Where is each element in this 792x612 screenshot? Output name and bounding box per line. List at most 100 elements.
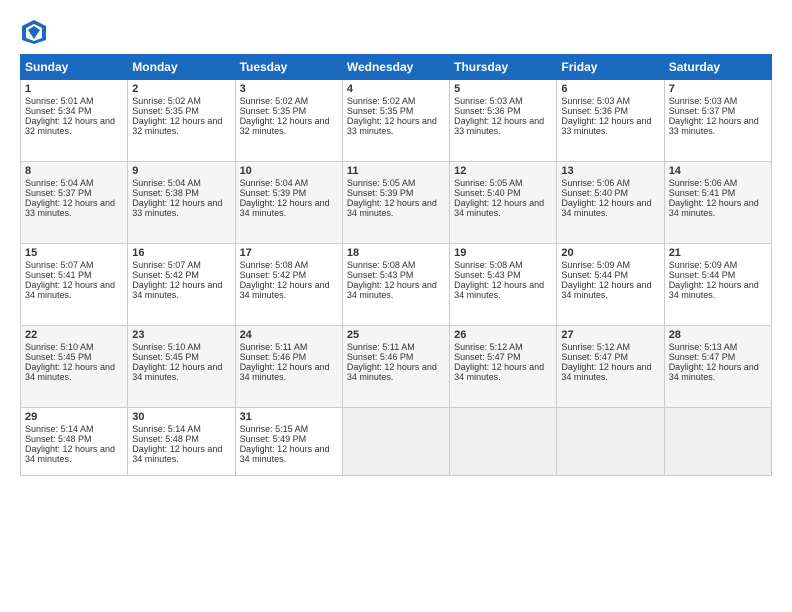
daylight: Daylight: 12 hours and 33 minutes. bbox=[347, 116, 437, 136]
sunset: Sunset: 5:38 PM bbox=[132, 188, 199, 198]
calendar-page: SundayMondayTuesdayWednesdayThursdayFrid… bbox=[0, 0, 792, 612]
sunrise: Sunrise: 5:10 AM bbox=[25, 342, 94, 352]
daylight: Daylight: 12 hours and 33 minutes. bbox=[25, 198, 115, 218]
sunset: Sunset: 5:43 PM bbox=[454, 270, 521, 280]
calendar-table: SundayMondayTuesdayWednesdayThursdayFrid… bbox=[20, 54, 772, 476]
day-number: 18 bbox=[347, 247, 445, 259]
daylight: Daylight: 12 hours and 34 minutes. bbox=[669, 280, 759, 300]
day-number: 9 bbox=[132, 165, 230, 177]
day-number: 24 bbox=[240, 329, 338, 341]
sunset: Sunset: 5:37 PM bbox=[669, 106, 736, 116]
sunrise: Sunrise: 5:15 AM bbox=[240, 424, 309, 434]
day-header-monday: Monday bbox=[128, 55, 235, 80]
calendar-cell: 9 Sunrise: 5:04 AM Sunset: 5:38 PM Dayli… bbox=[128, 162, 235, 244]
sunset: Sunset: 5:35 PM bbox=[347, 106, 414, 116]
daylight: Daylight: 12 hours and 34 minutes. bbox=[347, 198, 437, 218]
sunrise: Sunrise: 5:04 AM bbox=[240, 178, 309, 188]
daylight: Daylight: 12 hours and 34 minutes. bbox=[132, 280, 222, 300]
daylight: Daylight: 12 hours and 33 minutes. bbox=[561, 116, 651, 136]
calendar-cell: 14 Sunrise: 5:06 AM Sunset: 5:41 PM Dayl… bbox=[664, 162, 771, 244]
day-number: 6 bbox=[561, 83, 659, 95]
sunrise: Sunrise: 5:03 AM bbox=[561, 96, 630, 106]
daylight: Daylight: 12 hours and 34 minutes. bbox=[561, 198, 651, 218]
daylight: Daylight: 12 hours and 32 minutes. bbox=[25, 116, 115, 136]
sunrise: Sunrise: 5:01 AM bbox=[25, 96, 94, 106]
day-number: 15 bbox=[25, 247, 123, 259]
sunset: Sunset: 5:49 PM bbox=[240, 434, 307, 444]
calendar-cell: 1 Sunrise: 5:01 AM Sunset: 5:34 PM Dayli… bbox=[21, 80, 128, 162]
calendar-cell: 23 Sunrise: 5:10 AM Sunset: 5:45 PM Dayl… bbox=[128, 326, 235, 408]
calendar-cell: 11 Sunrise: 5:05 AM Sunset: 5:39 PM Dayl… bbox=[342, 162, 449, 244]
sunset: Sunset: 5:46 PM bbox=[240, 352, 307, 362]
sunrise: Sunrise: 5:14 AM bbox=[132, 424, 201, 434]
sunrise: Sunrise: 5:11 AM bbox=[240, 342, 308, 352]
daylight: Daylight: 12 hours and 32 minutes. bbox=[132, 116, 222, 136]
sunset: Sunset: 5:47 PM bbox=[454, 352, 521, 362]
calendar-cell bbox=[557, 408, 664, 476]
day-number: 11 bbox=[347, 165, 445, 177]
sunset: Sunset: 5:40 PM bbox=[561, 188, 628, 198]
day-number: 21 bbox=[669, 247, 767, 259]
daylight: Daylight: 12 hours and 34 minutes. bbox=[240, 444, 330, 464]
daylight: Daylight: 12 hours and 34 minutes. bbox=[454, 198, 544, 218]
sunset: Sunset: 5:34 PM bbox=[25, 106, 92, 116]
sunrise: Sunrise: 5:05 AM bbox=[347, 178, 416, 188]
day-number: 2 bbox=[132, 83, 230, 95]
day-number: 5 bbox=[454, 83, 552, 95]
calendar-cell: 7 Sunrise: 5:03 AM Sunset: 5:37 PM Dayli… bbox=[664, 80, 771, 162]
day-number: 27 bbox=[561, 329, 659, 341]
daylight: Daylight: 12 hours and 33 minutes. bbox=[132, 198, 222, 218]
sunset: Sunset: 5:47 PM bbox=[669, 352, 736, 362]
calendar-cell: 29 Sunrise: 5:14 AM Sunset: 5:48 PM Dayl… bbox=[21, 408, 128, 476]
sunrise: Sunrise: 5:02 AM bbox=[240, 96, 309, 106]
day-number: 28 bbox=[669, 329, 767, 341]
sunset: Sunset: 5:42 PM bbox=[240, 270, 307, 280]
day-header-wednesday: Wednesday bbox=[342, 55, 449, 80]
header-row: SundayMondayTuesdayWednesdayThursdayFrid… bbox=[21, 55, 772, 80]
sunrise: Sunrise: 5:02 AM bbox=[132, 96, 201, 106]
day-number: 13 bbox=[561, 165, 659, 177]
daylight: Daylight: 12 hours and 34 minutes. bbox=[132, 362, 222, 382]
calendar-cell bbox=[664, 408, 771, 476]
sunset: Sunset: 5:46 PM bbox=[347, 352, 414, 362]
calendar-cell: 31 Sunrise: 5:15 AM Sunset: 5:49 PM Dayl… bbox=[235, 408, 342, 476]
day-number: 10 bbox=[240, 165, 338, 177]
day-number: 16 bbox=[132, 247, 230, 259]
calendar-cell: 6 Sunrise: 5:03 AM Sunset: 5:36 PM Dayli… bbox=[557, 80, 664, 162]
day-header-saturday: Saturday bbox=[664, 55, 771, 80]
day-number: 26 bbox=[454, 329, 552, 341]
sunrise: Sunrise: 5:08 AM bbox=[454, 260, 523, 270]
sunset: Sunset: 5:40 PM bbox=[454, 188, 521, 198]
day-header-friday: Friday bbox=[557, 55, 664, 80]
sunrise: Sunrise: 5:13 AM bbox=[669, 342, 738, 352]
day-number: 4 bbox=[347, 83, 445, 95]
sunrise: Sunrise: 5:12 AM bbox=[561, 342, 630, 352]
sunset: Sunset: 5:48 PM bbox=[132, 434, 199, 444]
day-header-thursday: Thursday bbox=[450, 55, 557, 80]
sunrise: Sunrise: 5:14 AM bbox=[25, 424, 94, 434]
daylight: Daylight: 12 hours and 34 minutes. bbox=[347, 280, 437, 300]
calendar-cell: 2 Sunrise: 5:02 AM Sunset: 5:35 PM Dayli… bbox=[128, 80, 235, 162]
daylight: Daylight: 12 hours and 34 minutes. bbox=[132, 444, 222, 464]
sunset: Sunset: 5:43 PM bbox=[347, 270, 414, 280]
calendar-cell bbox=[342, 408, 449, 476]
sunset: Sunset: 5:48 PM bbox=[25, 434, 92, 444]
sunrise: Sunrise: 5:04 AM bbox=[132, 178, 201, 188]
calendar-cell: 12 Sunrise: 5:05 AM Sunset: 5:40 PM Dayl… bbox=[450, 162, 557, 244]
week-row-1: 1 Sunrise: 5:01 AM Sunset: 5:34 PM Dayli… bbox=[21, 80, 772, 162]
sunrise: Sunrise: 5:05 AM bbox=[454, 178, 523, 188]
calendar-cell: 13 Sunrise: 5:06 AM Sunset: 5:40 PM Dayl… bbox=[557, 162, 664, 244]
day-number: 7 bbox=[669, 83, 767, 95]
sunset: Sunset: 5:35 PM bbox=[240, 106, 307, 116]
daylight: Daylight: 12 hours and 34 minutes. bbox=[240, 198, 330, 218]
day-number: 14 bbox=[669, 165, 767, 177]
sunrise: Sunrise: 5:11 AM bbox=[347, 342, 415, 352]
logo bbox=[20, 18, 52, 46]
daylight: Daylight: 12 hours and 34 minutes. bbox=[240, 362, 330, 382]
sunrise: Sunrise: 5:09 AM bbox=[669, 260, 738, 270]
week-row-5: 29 Sunrise: 5:14 AM Sunset: 5:48 PM Dayl… bbox=[21, 408, 772, 476]
day-number: 1 bbox=[25, 83, 123, 95]
day-number: 23 bbox=[132, 329, 230, 341]
sunset: Sunset: 5:44 PM bbox=[669, 270, 736, 280]
daylight: Daylight: 12 hours and 34 minutes. bbox=[25, 362, 115, 382]
